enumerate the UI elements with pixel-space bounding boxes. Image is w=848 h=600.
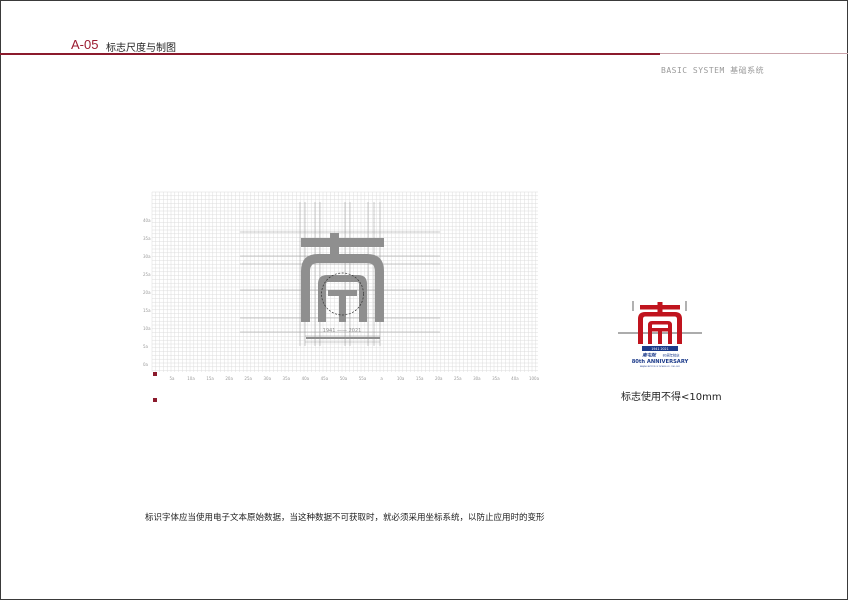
- logo-minimum-size: 1941 2021 南屯院 80周年校庆 80th ANNIVERSARY NA…: [618, 301, 702, 368]
- grid-x-label: 10a: [187, 376, 195, 381]
- grid-y-label: 25a: [143, 272, 151, 277]
- page-title: 标志尺度与制图: [106, 43, 176, 54]
- grid-x-label: 30a: [263, 376, 271, 381]
- grid-x-label: 40a: [511, 376, 519, 381]
- grid-y-label: 0a: [143, 362, 149, 367]
- grid-y-label: 20a: [143, 290, 151, 295]
- header-rule-light: [660, 53, 848, 54]
- section-label: BASIC SYSTEM 基础系统: [661, 66, 765, 75]
- logo-tiny-line: NANJING INSTITUTE OF TECHNOLOGY · 1941-2…: [640, 365, 680, 368]
- marker-square: [153, 372, 157, 376]
- grid-x-label: 25a: [454, 376, 462, 381]
- usage-note: 标识字体应当使用电子文本原始数据，当这种数据不可获取时，就必须采用坐标系统，以防…: [145, 513, 545, 523]
- minimum-size-caption: 标志使用不得<10mm: [621, 392, 722, 403]
- logo-calligraphy: 南屯院: [642, 353, 657, 359]
- grid-y-label: 5a: [143, 344, 149, 349]
- grid-y-label: 10a: [143, 326, 151, 331]
- grid-x-label: 100a: [529, 376, 540, 381]
- grid-y-label: 15a: [143, 308, 151, 313]
- grid-y-label: 35a: [143, 236, 151, 241]
- grid-x-label: a: [380, 376, 383, 381]
- header-rule: [0, 53, 660, 55]
- grid-x-label: 35a: [283, 376, 291, 381]
- grid-x-label: 25a: [244, 376, 252, 381]
- grid-x-label: 15a: [206, 376, 214, 381]
- page-code: A-05: [71, 37, 99, 52]
- grid-x-label: 10a: [397, 376, 405, 381]
- grid-x-label: 40a: [302, 376, 310, 381]
- grid-x-label: 20a: [435, 376, 443, 381]
- marker-square: [153, 398, 157, 402]
- grid-x-label: 45a: [321, 376, 329, 381]
- grid-x-labels: 5a 10a 15a 20a 25a 30a 35a 40a 45a 50a 55a a 10a 15a 2…: [170, 376, 540, 381]
- grid-y-labels: 40a 35a 30a 25a 20a 15a 10a 5a 0a: [143, 218, 151, 367]
- grid-x-label: 20a: [225, 376, 233, 381]
- logo-anniversary-en: 80th ANNIVERSARY: [632, 359, 689, 365]
- logo-mark-red: [638, 302, 682, 344]
- grid-x-label: 5a: [170, 376, 176, 381]
- grid-x-label: 15a: [416, 376, 424, 381]
- logo-construction-grid: 40a 35a 30a 25a 20a 15a 10a 5a 0a 5a 10a 15a 20a 25a…: [143, 191, 540, 381]
- grid-x-label: 35a: [492, 376, 500, 381]
- grid-y-label: 30a: [143, 254, 151, 259]
- grid-x-label: 55a: [359, 376, 367, 381]
- grid-y-label: 40a: [143, 218, 151, 223]
- grid-x-label: 50a: [340, 376, 348, 381]
- years-tag-text: 1941 2021: [651, 347, 668, 351]
- grid-x-label: 30a: [473, 376, 481, 381]
- logo-anniversary-cn: 80周年校庆: [663, 353, 681, 358]
- logo-grid-years: 1941 —— 2021: [323, 328, 362, 334]
